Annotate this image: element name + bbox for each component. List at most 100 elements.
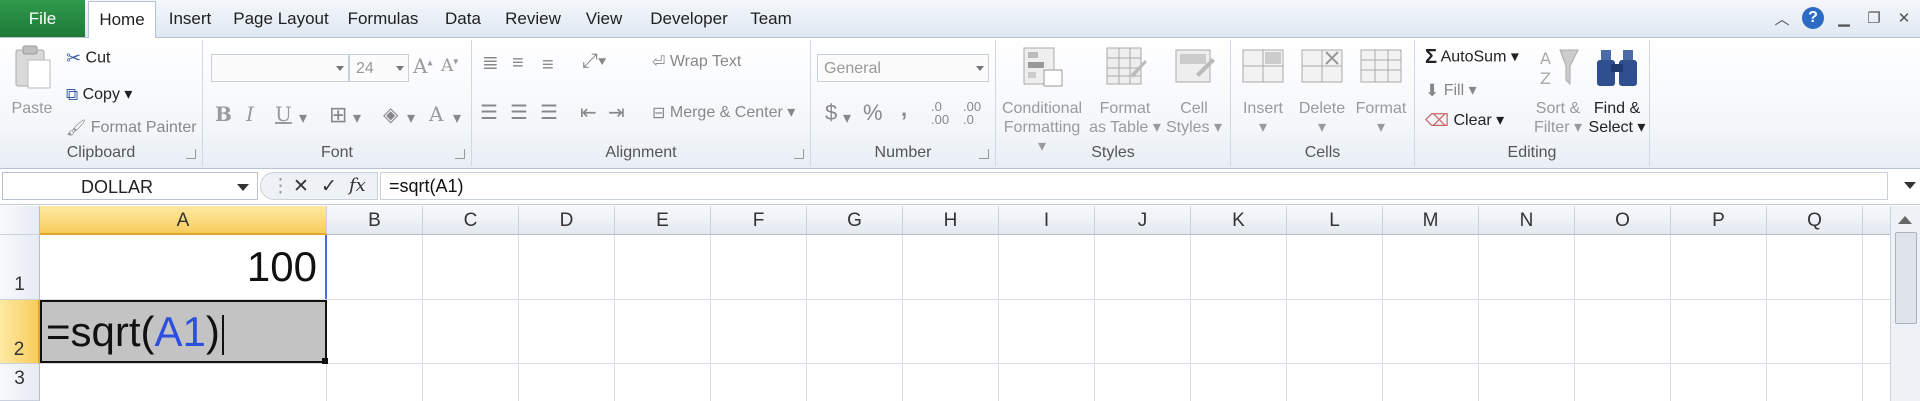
merge-center-button[interactable]: ⊟ Merge & Center ▾ [652,102,795,123]
column-header-d[interactable]: D [519,206,615,235]
format-painter-button[interactable]: 🖌 Format Painter [66,118,197,138]
column-header-e[interactable]: E [615,206,711,235]
number-format-combo[interactable]: General [817,54,989,82]
find-select-button[interactable]: Find & Select ▾ [1587,44,1647,137]
tab-data[interactable]: Data [433,1,493,36]
borders-dropdown-icon[interactable]: ▾ [353,108,361,128]
align-right-icon[interactable]: ☰ [540,100,558,125]
scroll-up-icon[interactable] [1898,216,1912,224]
tab-team[interactable]: Team [743,1,799,36]
cut-button[interactable]: ✂ Cut [66,48,110,69]
font-launcher-icon[interactable] [455,149,465,159]
tab-home[interactable]: Home [88,1,156,39]
number-launcher-icon[interactable] [979,149,989,159]
percent-button[interactable]: % [863,100,883,126]
tab-review[interactable]: Review [499,1,567,36]
column-header-l[interactable]: L [1287,206,1383,235]
wrap-text-button[interactable]: ⏎ Wrap Text [652,52,741,72]
alignment-launcher-icon[interactable] [794,149,804,159]
fill-button[interactable]: ⬇ Fill ▾ [1425,80,1477,101]
column-header-c[interactable]: C [423,206,519,235]
comma-style-button[interactable]: , [901,96,907,122]
align-top-icon[interactable]: ≣ [482,50,499,75]
format-cells-button[interactable]: Format ▾ [1351,44,1411,137]
cell-a2-editing[interactable]: =sqrt(A1) [40,300,327,363]
currency-button[interactable]: $ [825,100,837,126]
tab-view[interactable]: View [578,1,630,36]
tab-page-layout[interactable]: Page Layout [228,1,334,36]
format-as-table-button[interactable]: Format as Table ▾ [1088,44,1162,137]
column-header-r-partial[interactable] [1863,206,1891,235]
font-name-combo[interactable] [211,54,349,82]
underline-button[interactable]: U [275,102,292,126]
tab-formulas[interactable]: Formulas [343,1,423,36]
borders-icon[interactable]: ⊞ [329,102,347,128]
conditional-formatting-button[interactable]: Conditional Formatting ▾ [1000,44,1084,156]
vertical-scrollbar[interactable] [1890,206,1920,401]
help-icon[interactable]: ? [1802,7,1824,29]
minimize-icon[interactable]: ▁ [1834,8,1854,28]
fill-color-icon[interactable]: ◈ [383,102,398,127]
tab-file[interactable]: File [0,0,85,37]
autosum-button[interactable]: Σ AutoSum ▾ [1425,46,1519,69]
column-header-k[interactable]: K [1191,206,1287,235]
name-box[interactable]: DOLLAR [2,172,258,200]
font-size-combo[interactable]: 24 [349,54,409,82]
row-header-1[interactable]: 1 [0,235,40,300]
close-icon[interactable]: ✕ [1894,8,1914,28]
column-header-a[interactable]: A [40,206,327,235]
copy-button[interactable]: ⧉ Copy ▾ [66,84,132,105]
sort-filter-button[interactable]: A Z Sort & Filter ▾ [1529,44,1587,137]
font-color-icon[interactable]: A [429,102,443,126]
orientation-icon[interactable]: ⤢▾ [582,50,606,73]
cell-styles-button[interactable]: Cell Styles ▾ [1164,44,1224,137]
column-header-m[interactable]: M [1383,206,1479,235]
decrease-indent-icon[interactable]: ⇤ [580,100,597,125]
column-header-f[interactable]: F [711,206,807,235]
column-header-o[interactable]: O [1575,206,1671,235]
align-bottom-icon[interactable]: ≡ [542,54,554,77]
shrink-font-icon[interactable]: A▾ [441,56,458,76]
insert-function-icon[interactable]: fx [349,175,366,196]
italic-button[interactable]: I [246,102,254,126]
paste-button[interactable]: Paste [6,44,58,118]
cancel-icon[interactable]: ✕ [293,175,309,198]
fill-color-dropdown-icon[interactable]: ▾ [407,108,415,128]
grow-font-icon[interactable]: A▴ [413,54,432,78]
underline-dropdown-icon[interactable]: ▾ [299,108,307,128]
row-header-3[interactable]: 3 [0,364,40,401]
row-header-2[interactable]: 2 [0,300,40,364]
tab-insert[interactable]: Insert [162,1,218,36]
column-header-j[interactable]: J [1095,206,1191,235]
column-header-p[interactable]: P [1671,206,1767,235]
scroll-thumb[interactable] [1895,232,1917,324]
insert-cells-button[interactable]: Insert ▾ [1235,44,1291,137]
column-header-q[interactable]: Q [1767,206,1863,235]
font-color-dropdown-icon[interactable]: ▾ [453,108,461,128]
clipboard-launcher-icon[interactable] [186,149,196,159]
column-header-h[interactable]: H [903,206,999,235]
increase-indent-icon[interactable]: ⇥ [608,100,625,125]
align-center-icon[interactable]: ☰ [510,100,528,125]
column-header-i[interactable]: I [999,206,1095,235]
name-box-dropdown-icon[interactable] [237,184,249,191]
expand-formula-bar-icon[interactable] [1904,182,1916,189]
column-header-n[interactable]: N [1479,206,1575,235]
delete-cells-button[interactable]: Delete ▾ [1293,44,1351,137]
collapse-ribbon-icon[interactable]: ︿ [1772,8,1792,28]
enter-icon[interactable]: ✓ [321,175,337,198]
column-header-b[interactable]: B [327,206,423,235]
tab-developer[interactable]: Developer [642,1,736,36]
decrease-decimal-button[interactable]: .00 .0 [963,100,981,126]
bold-button[interactable]: B [215,102,232,126]
formula-input[interactable]: =sqrt(A1) [380,172,1888,200]
restore-icon[interactable]: ❐ [1864,8,1884,28]
column-header-g[interactable]: G [807,206,903,235]
currency-dropdown-icon[interactable]: ▾ [843,108,851,128]
align-left-icon[interactable]: ☰ [480,100,498,125]
increase-decimal-button[interactable]: .0 .00 [931,100,949,126]
fill-handle[interactable] [322,358,328,364]
select-all-corner[interactable] [0,206,40,235]
clear-button[interactable]: ⌫ Clear ▾ [1425,110,1504,131]
align-middle-icon[interactable]: ≡ [512,52,524,75]
